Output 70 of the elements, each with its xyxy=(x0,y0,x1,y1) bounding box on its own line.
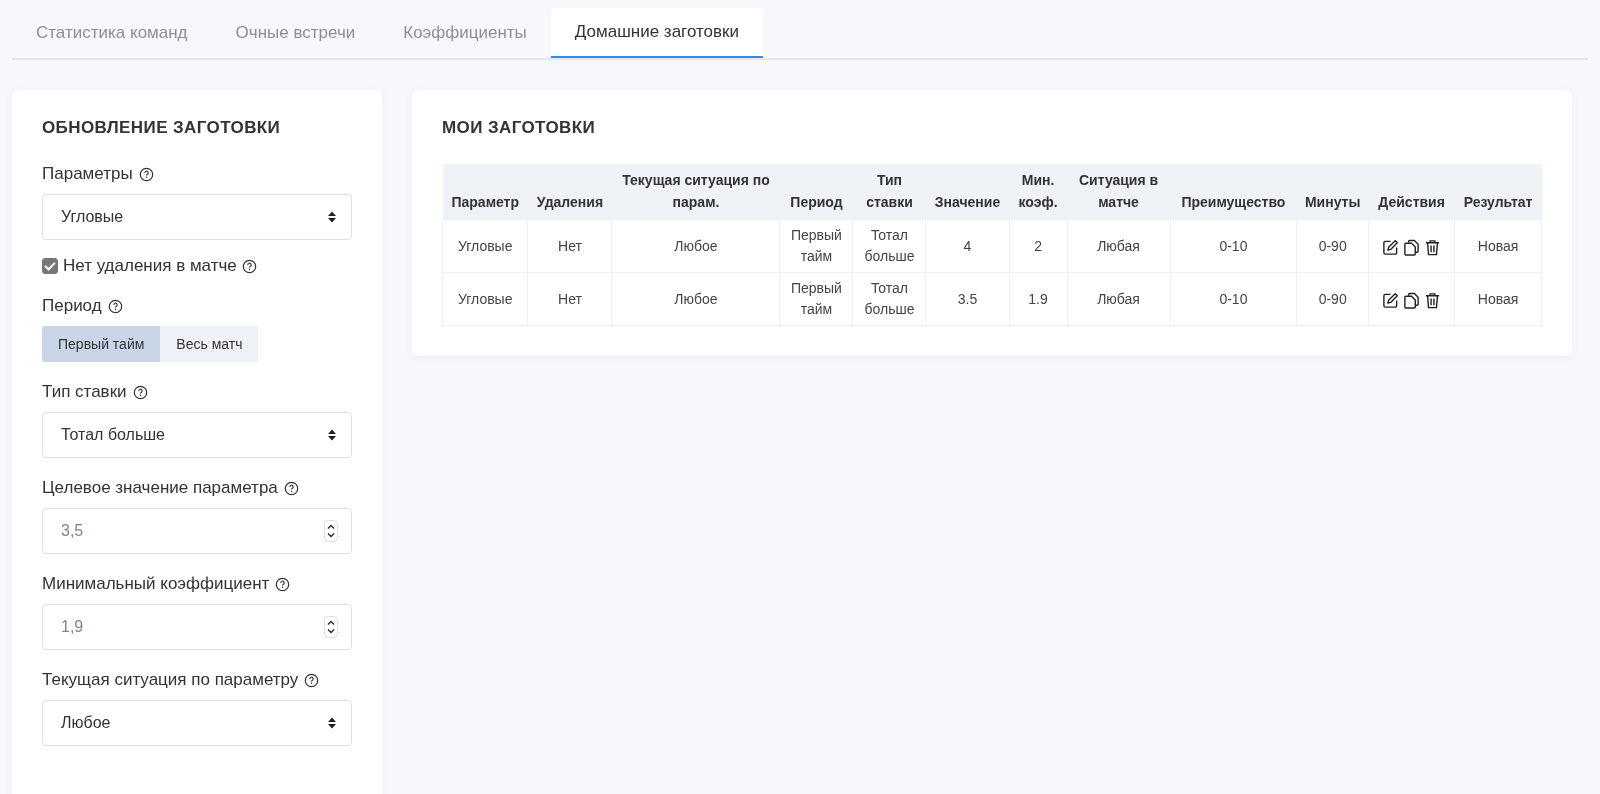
table-cell: 0-90 xyxy=(1296,272,1369,326)
select-field[interactable]: Угловые xyxy=(42,194,352,240)
field-label: Тип ставки xyxy=(42,382,127,402)
field-label: Минимальный коэффициент xyxy=(42,574,270,594)
edit-icon[interactable] xyxy=(1382,238,1400,256)
column-header: Действия xyxy=(1368,164,1455,220)
help-icon[interactable] xyxy=(275,576,291,592)
checkbox[interactable] xyxy=(42,258,58,274)
segment-button[interactable]: Первый тайм xyxy=(42,326,161,362)
checkbox-label: Нет удаления в матче xyxy=(63,256,237,276)
table-cell: 0-10 xyxy=(1170,272,1297,326)
column-header: Преимущество xyxy=(1170,164,1297,220)
copy-icon[interactable] xyxy=(1403,238,1421,256)
trash-icon[interactable] xyxy=(1424,238,1442,256)
table-cell: Новая xyxy=(1454,219,1542,273)
field-label: Параметры xyxy=(42,164,133,184)
table-cell: 2 xyxy=(1009,219,1068,273)
field-label: Период xyxy=(42,296,102,316)
help-icon[interactable] xyxy=(107,298,123,314)
table-cell: 4 xyxy=(925,219,1010,273)
segment-button[interactable]: Весь матч xyxy=(160,326,259,362)
column-header: Текущая ситуация по парам. xyxy=(611,164,780,220)
table-cell: Первый тайм xyxy=(779,219,853,273)
number-field[interactable]: 3,5 xyxy=(42,508,352,554)
edit-icon[interactable] xyxy=(1382,291,1400,309)
field-label: Текущая ситуация по параметру xyxy=(42,670,299,690)
sort-arrows-icon xyxy=(327,210,337,224)
table-cell: Новая xyxy=(1454,272,1542,326)
table-cell: Угловые xyxy=(442,219,528,273)
table-cell: Любое xyxy=(611,219,780,273)
table-cell: 1.9 xyxy=(1009,272,1068,326)
field-label: Целевое значение параметра xyxy=(42,478,278,498)
tab[interactable]: Домашние заготовки xyxy=(550,8,764,58)
help-icon[interactable] xyxy=(304,672,320,688)
table-cell: Любая xyxy=(1067,272,1171,326)
column-header: Период xyxy=(779,164,853,220)
table-cell: Любое xyxy=(611,272,780,326)
table-cell: Первый тайм xyxy=(779,272,853,326)
spinner-icon[interactable] xyxy=(324,616,338,638)
column-header: Ситуация в матче xyxy=(1067,164,1171,220)
column-header: Результат xyxy=(1454,164,1542,220)
table-cell: Нет xyxy=(528,219,612,273)
column-header: Тип ставки xyxy=(852,164,926,220)
help-icon[interactable] xyxy=(132,384,148,400)
column-header: Минуты xyxy=(1296,164,1369,220)
table-cell: Тотал больше xyxy=(852,272,926,326)
select-field[interactable]: Тотал больше xyxy=(42,412,352,458)
trash-icon[interactable] xyxy=(1424,291,1442,309)
table-title: МОИ ЗАГОТОВКИ xyxy=(442,118,597,138)
spinner-icon[interactable] xyxy=(324,520,338,542)
select-field[interactable]: Любое xyxy=(42,700,352,746)
help-icon[interactable] xyxy=(241,258,257,274)
table-cell: Любая xyxy=(1067,219,1171,273)
help-icon[interactable] xyxy=(283,480,299,496)
column-header: Удаления xyxy=(528,164,612,220)
table-cell: Угловые xyxy=(442,272,528,326)
column-header: Параметр xyxy=(442,164,528,220)
help-icon[interactable] xyxy=(138,166,154,182)
table-cell: 0-90 xyxy=(1296,219,1369,273)
copy-icon[interactable] xyxy=(1403,291,1421,309)
column-header: Значение xyxy=(925,164,1010,220)
table-cell: 3.5 xyxy=(925,272,1010,326)
form-title: ОБНОВЛЕНИЕ ЗАГОТОВКИ xyxy=(42,118,282,138)
sort-arrows-icon xyxy=(327,716,337,730)
table-cell: 0-10 xyxy=(1170,219,1297,273)
table-cell: Тотал больше xyxy=(852,219,926,273)
table-cell: Нет xyxy=(528,272,612,326)
column-header: Мин. коэф. xyxy=(1009,164,1068,220)
sort-arrows-icon xyxy=(327,428,337,442)
number-field[interactable]: 1,9 xyxy=(42,604,352,650)
